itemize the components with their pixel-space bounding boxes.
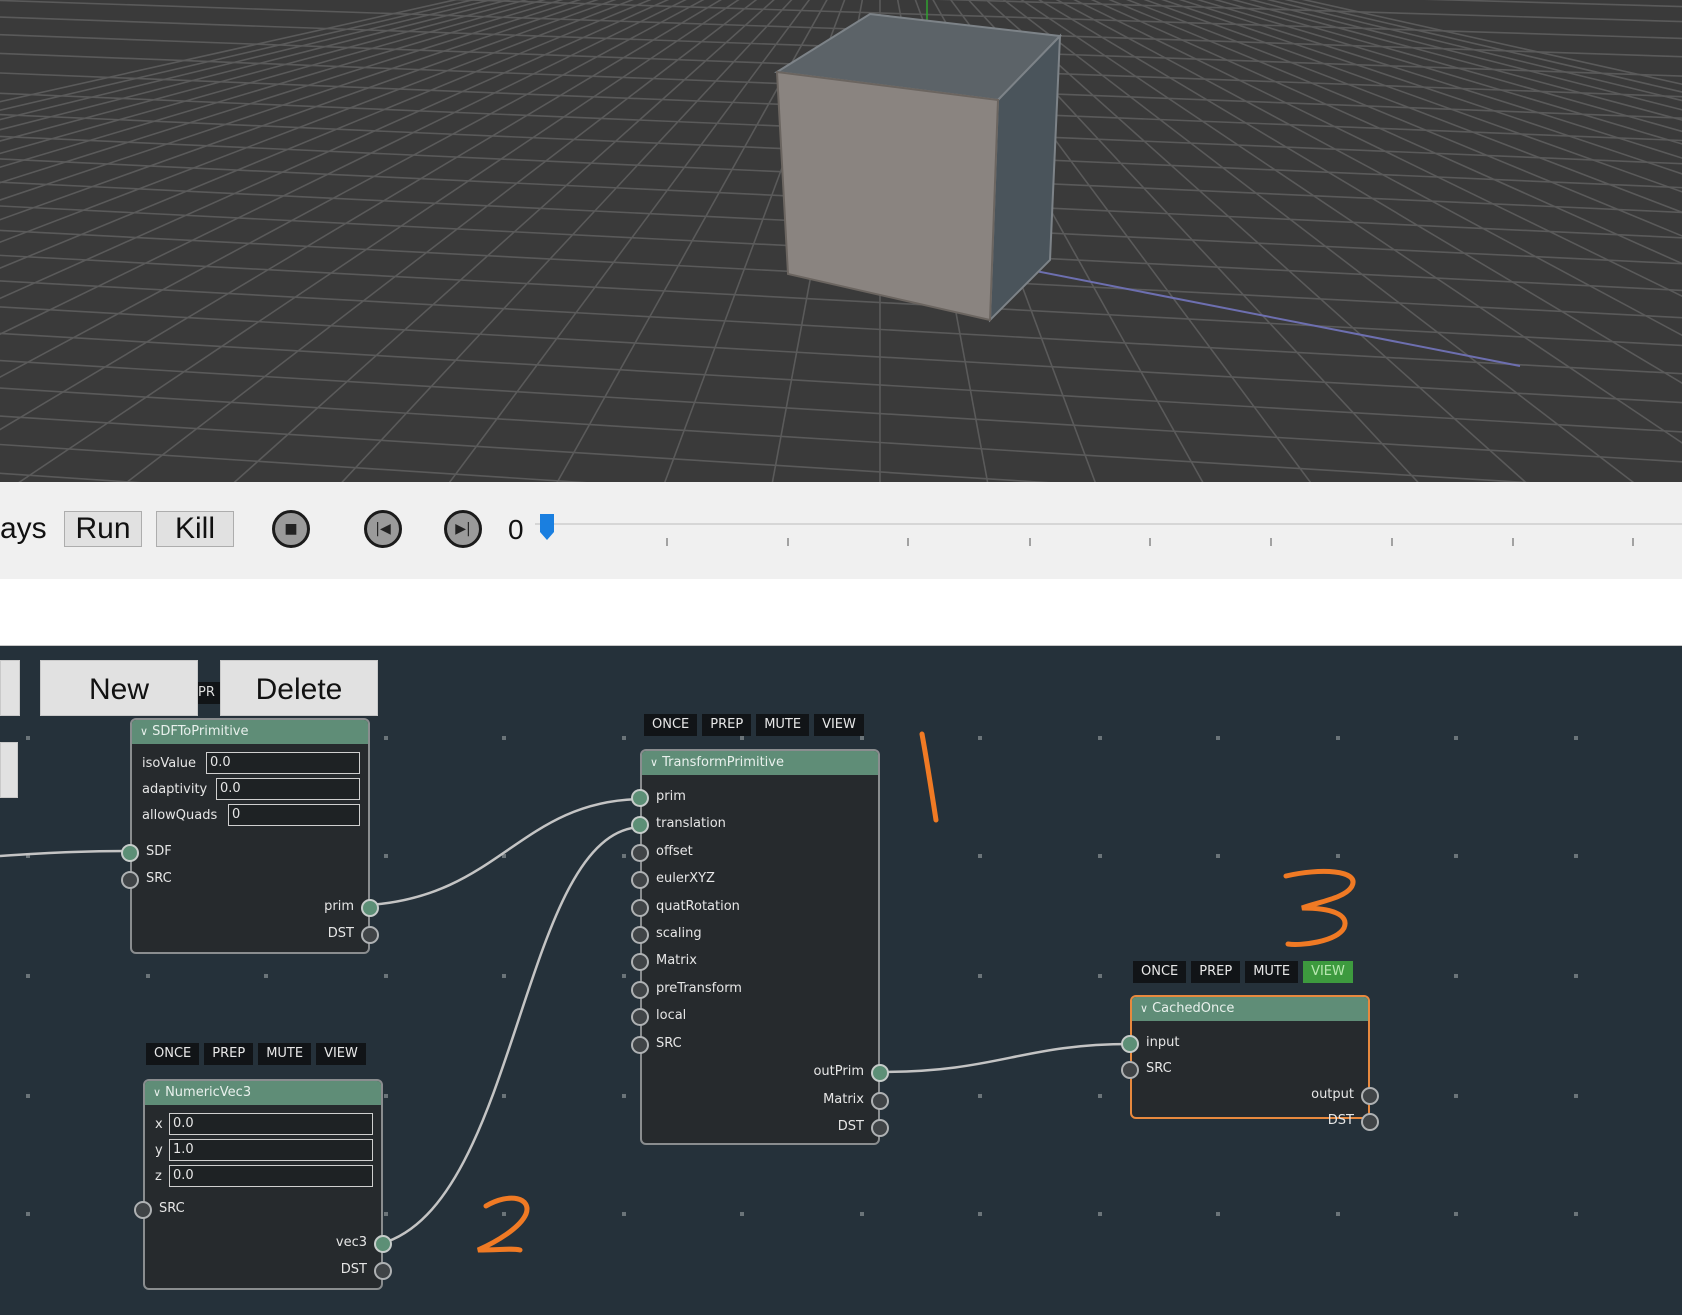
step-back-button[interactable]: |◀ bbox=[364, 510, 402, 548]
stop-icon: ■ bbox=[284, 521, 298, 537]
hand-drawn-annotations bbox=[476, 731, 1356, 1253]
kill-button[interactable]: Kill bbox=[156, 511, 234, 547]
status-strip bbox=[0, 579, 1682, 646]
step-forward-button[interactable]: ▶| bbox=[444, 510, 482, 548]
stop-button[interactable]: ■ bbox=[272, 510, 310, 548]
step-back-icon: |◀ bbox=[375, 521, 391, 537]
annotation-two bbox=[476, 1195, 530, 1253]
3d-viewport[interactable] bbox=[0, 0, 1682, 482]
annotation-three bbox=[1283, 868, 1356, 947]
timeline-slider[interactable] bbox=[535, 510, 1682, 550]
annotation-one bbox=[919, 731, 939, 823]
always-label: ays bbox=[0, 512, 47, 545]
run-button[interactable]: Run bbox=[64, 511, 142, 547]
current-frame: 0 bbox=[508, 514, 524, 545]
node-graph-editor[interactable]: New PR Delete ∨ SDFToPrimitive isoValue 0… bbox=[0, 646, 1682, 1315]
step-forward-icon: ▶| bbox=[455, 521, 471, 537]
timeline-handle bbox=[540, 514, 554, 540]
viewport-grid bbox=[0, 0, 1682, 482]
